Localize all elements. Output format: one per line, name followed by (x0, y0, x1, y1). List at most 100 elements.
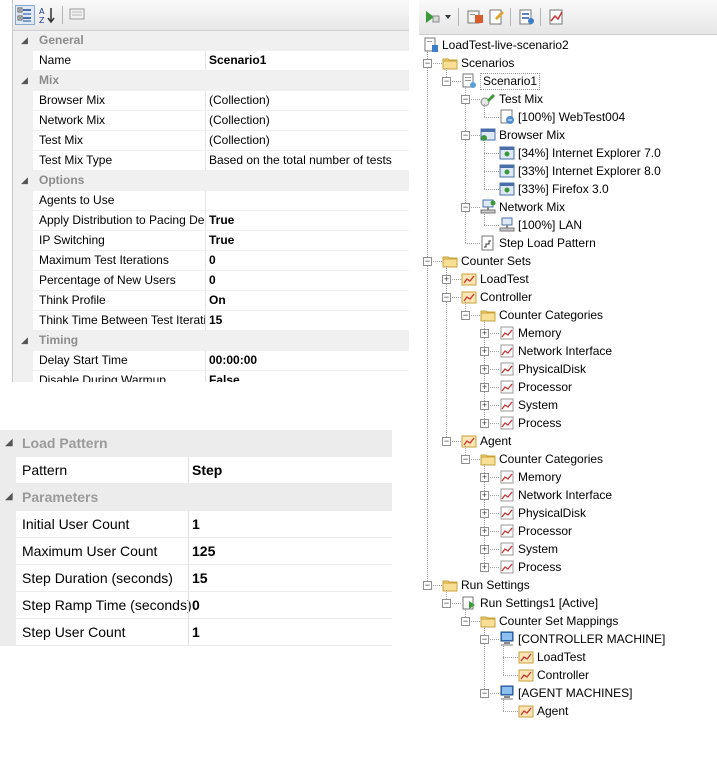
tree-node-process[interactable]: + Process (419, 414, 717, 432)
category-parameters[interactable]: ◢ Parameters (0, 484, 392, 511)
collapse-toggle-icon[interactable]: − (461, 617, 470, 626)
property-row-apply-distribution-to-pacing-de[interactable]: Apply Distribution to Pacing De True (13, 211, 409, 231)
tree-node-process[interactable]: + Process (419, 558, 717, 576)
property-value[interactable]: 1 (192, 511, 200, 537)
expand-toggle-icon[interactable]: + (480, 491, 489, 500)
expand-toggle-icon[interactable]: + (480, 329, 489, 338)
tree-node-network-interface[interactable]: + Network Interface (419, 342, 717, 360)
property-row-name[interactable]: Name Scenario1 (13, 51, 409, 71)
tree-node-counter-sets[interactable]: − Counter Sets (419, 252, 717, 270)
property-row-percentage-of-new-users[interactable]: Percentage of New Users 0 (13, 271, 409, 291)
collapse-toggle-icon[interactable]: − (442, 293, 451, 302)
collapse-toggle-icon[interactable]: − (461, 455, 470, 464)
property-value[interactable]: 15 (192, 565, 208, 591)
property-value[interactable]: (Collection) (209, 111, 409, 130)
property-value[interactable]: 125 (192, 538, 215, 564)
collapse-toggle-icon[interactable]: − (442, 77, 451, 86)
collapse-toggle-icon[interactable]: − (423, 257, 432, 266)
tree-node-100-lan[interactable]: [100%] LAN (419, 216, 717, 234)
collapse-toggle-icon[interactable]: − (461, 95, 470, 104)
tree-node-memory[interactable]: + Memory (419, 468, 717, 486)
collapse-arrow-icon[interactable]: ◢ (21, 331, 28, 350)
edit-icon[interactable] (487, 8, 507, 28)
property-row-think-time-between-test-iterati[interactable]: Think Time Between Test Iterati 15 (13, 311, 409, 331)
property-value[interactable]: Step (192, 457, 222, 483)
property-pages-icon[interactable] (68, 5, 88, 25)
category-options[interactable]: ◢ Options (13, 171, 409, 191)
property-value[interactable]: 0 (209, 271, 409, 290)
tree-node-physicaldisk[interactable]: + PhysicalDisk (419, 360, 717, 378)
tree-node-100-webtest004[interactable]: [100%] WebTest004 (419, 108, 717, 126)
add-scenario-icon[interactable] (465, 8, 485, 28)
alphabetical-icon[interactable]: A Z (38, 5, 58, 25)
category-timing[interactable]: ◢ Timing (13, 331, 409, 351)
property-value[interactable]: 00:00:00 (209, 351, 409, 370)
expand-toggle-icon[interactable]: + (480, 383, 489, 392)
expand-toggle-icon[interactable]: + (480, 473, 489, 482)
categorized-icon[interactable] (15, 5, 35, 25)
property-value[interactable]: Based on the total number of tests (209, 151, 409, 170)
collapse-arrow-icon[interactable]: ◢ (21, 31, 28, 50)
tree-node-loadtest-live-scenario2[interactable]: LoadTest-live-scenario2 (419, 36, 717, 54)
tree-node-agent[interactable]: − Agent (419, 432, 717, 450)
tree-node-processor[interactable]: + Processor (419, 522, 717, 540)
property-value[interactable]: 15 (209, 311, 409, 330)
run-test-icon[interactable] (423, 8, 443, 28)
collapse-toggle-icon[interactable]: − (442, 437, 451, 446)
property-row-ip-switching[interactable]: IP Switching True (13, 231, 409, 251)
tree-node-system[interactable]: + System (419, 396, 717, 414)
property-row-think-profile[interactable]: Think Profile On (13, 291, 409, 311)
property-row-delay-start-time[interactable]: Delay Start Time 00:00:00 (13, 351, 409, 371)
tree-node-network-mix[interactable]: − Network Mix (419, 198, 717, 216)
tree-node-counter-categories[interactable]: − Counter Categories (419, 450, 717, 468)
tree-node-browser-mix[interactable]: − Browser Mix (419, 126, 717, 144)
tree-node-run-settings[interactable]: − Run Settings (419, 576, 717, 594)
tree-node-test-mix[interactable]: − Test Mix (419, 90, 717, 108)
collapse-toggle-icon[interactable]: − (461, 203, 470, 212)
tree-node-scenarios[interactable]: − Scenarios (419, 54, 717, 72)
expand-toggle-icon[interactable]: + (480, 401, 489, 410)
tree-node-controller[interactable]: − Controller (419, 288, 717, 306)
collapse-arrow-icon[interactable]: ◢ (21, 71, 28, 90)
tree-node-counter-categories[interactable]: − Counter Categories (419, 306, 717, 324)
property-row-step-user-count[interactable]: Step User Count 1 (0, 619, 392, 646)
tree-node-34-internet-explorer-7-0[interactable]: [34%] Internet Explorer 7.0 (419, 144, 717, 162)
manage-counter-sets-icon[interactable] (517, 8, 537, 28)
collapse-toggle-icon[interactable]: − (480, 689, 489, 698)
tree-node-system[interactable]: + System (419, 540, 717, 558)
tree-node-33-firefox-3-0[interactable]: [33%] Firefox 3.0 (419, 180, 717, 198)
property-value[interactable]: True (209, 211, 409, 230)
collapse-toggle-icon[interactable]: − (480, 635, 489, 644)
tree-node-loadtest[interactable]: + LoadTest (419, 270, 717, 288)
property-row-agents-to-use[interactable]: Agents to Use (13, 191, 409, 211)
property-row-disable-during-warmup[interactable]: Disable During Warmup False (13, 371, 409, 382)
collapse-arrow-icon[interactable]: ◢ (21, 171, 28, 190)
tree-node-controller[interactable]: Controller (419, 666, 717, 684)
collapse-toggle-icon[interactable]: − (423, 581, 432, 590)
collapse-arrow-icon[interactable]: ◢ (5, 484, 13, 510)
property-row-initial-user-count[interactable]: Initial User Count 1 (0, 511, 392, 538)
expand-toggle-icon[interactable]: + (480, 347, 489, 356)
property-value[interactable]: 1 (192, 619, 200, 645)
dropdown-arrow-icon[interactable] (443, 8, 453, 28)
collapse-arrow-icon[interactable]: ◢ (5, 430, 13, 456)
collapse-toggle-icon[interactable]: − (423, 59, 432, 68)
property-value[interactable]: 0 (209, 251, 409, 270)
property-value[interactable]: On (209, 291, 409, 310)
tree-node-agent-machines[interactable]: − [AGENT MACHINES] (419, 684, 717, 702)
property-value[interactable]: Scenario1 (209, 51, 409, 70)
property-row-network-mix[interactable]: Network Mix (Collection) (13, 111, 409, 131)
tree-node-agent[interactable]: Agent (419, 702, 717, 720)
tree-node-memory[interactable]: + Memory (419, 324, 717, 342)
tree-node-counter-set-mappings[interactable]: − Counter Set Mappings (419, 612, 717, 630)
expand-toggle-icon[interactable]: + (480, 365, 489, 374)
property-value[interactable]: 0 (192, 592, 200, 618)
analyze-icon[interactable] (547, 8, 567, 28)
property-value[interactable]: (Collection) (209, 131, 409, 150)
property-row-step-duration-seconds[interactable]: Step Duration (seconds) 15 (0, 565, 392, 592)
expand-toggle-icon[interactable]: + (480, 419, 489, 428)
tree-node-network-interface[interactable]: + Network Interface (419, 486, 717, 504)
property-row-pattern[interactable]: Pattern Step (0, 457, 392, 484)
collapse-toggle-icon[interactable]: − (442, 599, 451, 608)
expand-toggle-icon[interactable]: + (442, 275, 451, 284)
